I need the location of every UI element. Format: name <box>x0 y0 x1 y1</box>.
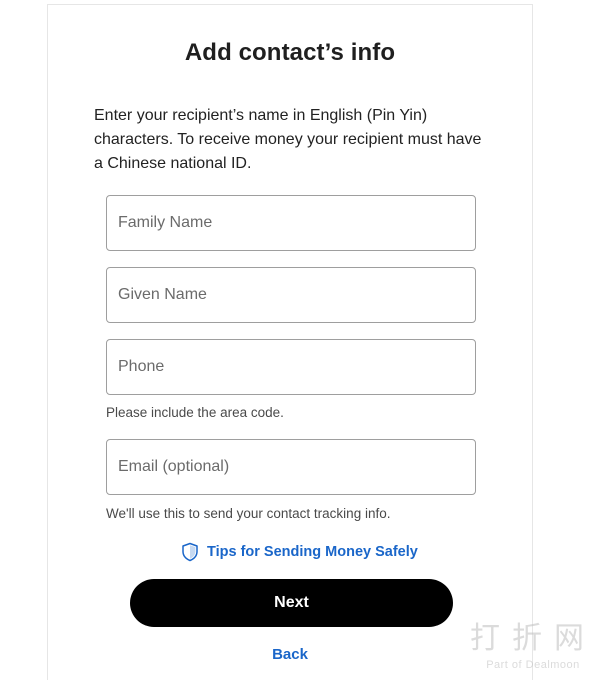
shield-icon <box>180 542 200 562</box>
contact-form-card: Add contact’s info Enter your recipient’… <box>47 4 533 680</box>
phone-input[interactable] <box>107 340 475 394</box>
back-link[interactable]: Back <box>48 646 532 663</box>
email-input[interactable] <box>107 440 475 494</box>
email-field[interactable] <box>106 439 476 495</box>
page: Add contact’s info Enter your recipient’… <box>0 0 606 680</box>
tips-link[interactable]: Tips for Sending Money Safely <box>180 541 418 563</box>
phone-helper-text: Please include the area code. <box>106 405 284 420</box>
phone-field[interactable] <box>106 339 476 395</box>
tips-link-label[interactable]: Tips for Sending Money Safely <box>207 544 418 560</box>
given-name-input[interactable] <box>107 268 475 322</box>
email-helper-text: We'll use this to send your contact trac… <box>106 506 391 521</box>
intro-text: Enter your recipient’s name in English (… <box>94 107 482 172</box>
page-title: Add contact’s info <box>184 39 396 66</box>
family-name-field[interactable] <box>106 195 476 251</box>
family-name-input[interactable] <box>107 196 475 250</box>
given-name-field[interactable] <box>106 267 476 323</box>
next-button[interactable]: Next <box>130 579 453 627</box>
